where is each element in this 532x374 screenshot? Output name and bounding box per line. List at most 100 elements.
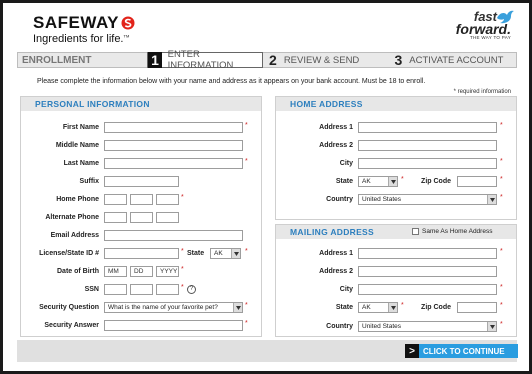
home-country-select[interactable]: United States: [358, 194, 497, 205]
security-question-value: What is the name of your favorite pet?: [108, 304, 218, 311]
ssn-part1-input[interactable]: [104, 284, 127, 295]
required-star: *: [245, 122, 248, 129]
mail-city-label: City: [339, 286, 353, 293]
mail-state-label: State: [335, 304, 353, 311]
dob-year-input[interactable]: YYYY: [156, 266, 179, 277]
home-address1-input[interactable]: [358, 122, 497, 133]
home-city-input[interactable]: [358, 158, 497, 169]
home-country-label: Country: [326, 196, 353, 203]
home-phone-line-input[interactable]: [156, 194, 179, 205]
home-phone-label: Home Phone: [56, 196, 99, 203]
alt-phone-area-input[interactable]: [104, 212, 127, 223]
mail-country-select[interactable]: United States: [358, 321, 497, 332]
suffix-input[interactable]: [104, 176, 179, 187]
home-state-select[interactable]: AK: [358, 176, 398, 187]
mail-address2-label: Address 2: [319, 268, 353, 275]
home-phone-prefix-input[interactable]: [130, 194, 153, 205]
step-enrollment: ENROLLMENT: [22, 54, 92, 66]
brand-tagline: Ingredients for life.: [33, 33, 124, 45]
license-state-select[interactable]: AK: [210, 248, 241, 259]
required-star: *: [181, 266, 184, 273]
home-zip-input[interactable]: [457, 176, 497, 187]
required-star: *: [401, 302, 404, 309]
suffix-label: Suffix: [79, 178, 99, 185]
step-number: 2: [269, 52, 277, 68]
dob-day-input[interactable]: DD: [130, 266, 153, 277]
step-activate-account: 3 ACTIVATE ACCOUNT: [393, 52, 517, 68]
mail-country-label: Country: [326, 323, 353, 330]
dob-day-placeholder: DD: [134, 268, 144, 275]
first-name-input[interactable]: [104, 122, 243, 133]
step-label: ACTIVATE ACCOUNT: [409, 54, 504, 66]
dob-month-input[interactable]: MM: [104, 266, 127, 277]
help-icon[interactable]: ?: [187, 285, 196, 294]
continue-button[interactable]: > CLICK TO CONTINUE: [405, 344, 518, 358]
email-input[interactable]: [104, 230, 243, 241]
chevron-down-icon: [233, 303, 242, 312]
personal-info-title: PERSONAL INFORMATION: [21, 97, 261, 111]
step-number: 1: [148, 52, 162, 68]
mail-city-input[interactable]: [358, 284, 497, 295]
required-star: *: [401, 176, 404, 183]
middle-name-input[interactable]: [104, 140, 243, 151]
step-number: 3: [394, 52, 403, 68]
required-star: *: [181, 248, 184, 255]
last-name-input[interactable]: [104, 158, 243, 169]
mail-country-value: United States: [362, 323, 402, 330]
fastforward-logo: fast forward. THE WAY TO PAY: [456, 10, 514, 40]
chevron-down-icon: [487, 322, 496, 331]
required-star: *: [500, 194, 503, 201]
ssn-part2-input[interactable]: [130, 284, 153, 295]
home-state-label: State: [335, 178, 353, 185]
alt-phone-label: Alternate Phone: [45, 214, 99, 221]
mail-address1-input[interactable]: [358, 248, 497, 259]
mail-address2-input[interactable]: [358, 266, 497, 277]
required-star: *: [181, 194, 184, 201]
progress-steps: ENROLLMENT 1 ENTER INFORMATION 2 REVIEW …: [17, 49, 517, 71]
step-label: REVIEW & SEND: [283, 54, 360, 66]
home-country-value: United States: [362, 196, 402, 203]
license-input[interactable]: [104, 248, 179, 259]
chevron-down-icon: [231, 249, 240, 258]
same-as-home-label[interactable]: Same As Home Address: [422, 228, 492, 235]
continue-label: CLICK TO CONTINUE: [423, 346, 505, 356]
home-address1-label: Address 1: [319, 124, 353, 131]
mail-state-select[interactable]: AK: [358, 302, 398, 313]
home-address2-label: Address 2: [319, 142, 353, 149]
home-phone-area-input[interactable]: [104, 194, 127, 205]
required-star: *: [500, 284, 503, 291]
safeway-s-icon: [121, 16, 135, 30]
required-note-text: * required information: [453, 89, 511, 95]
license-state-value: AK: [214, 250, 223, 257]
dob-label: Date of Birth: [57, 268, 99, 275]
mail-zip-label: Zip Code: [421, 304, 451, 311]
alt-phone-line-input[interactable]: [156, 212, 179, 223]
home-address2-input[interactable]: [358, 140, 497, 151]
required-star: *: [500, 302, 503, 309]
chevron-down-icon: [388, 303, 397, 312]
mail-zip-input[interactable]: [457, 302, 497, 313]
step-enter-information: 1 ENTER INFORMATION: [147, 49, 264, 71]
security-answer-input[interactable]: [104, 320, 243, 331]
last-name-label: Last Name: [63, 160, 99, 167]
step-review-send: 2 REVIEW & SEND: [267, 52, 392, 68]
chevron-down-icon: [388, 177, 397, 186]
security-question-label: Security Question: [39, 304, 99, 311]
arrow-right-icon: >: [405, 344, 419, 358]
required-star: *: [500, 248, 503, 255]
enrollment-window: SAFEWAY Ingredients for life.TM fast for…: [0, 0, 532, 374]
license-state-label: State: [187, 250, 205, 257]
ssn-part3-input[interactable]: [156, 284, 179, 295]
required-star: *: [500, 176, 503, 183]
alt-phone-prefix-input[interactable]: [130, 212, 153, 223]
dob-year-placeholder: YYYY: [160, 268, 178, 275]
home-state-value: AK: [362, 178, 371, 185]
same-as-home-checkbox[interactable]: [412, 228, 419, 235]
required-star: *: [245, 320, 248, 327]
ssn-label: SSN: [84, 286, 99, 293]
required-star: *: [245, 158, 248, 165]
email-label: Email Address: [50, 232, 99, 239]
security-question-select[interactable]: What is the name of your favorite pet?: [104, 302, 243, 313]
required-star: *: [500, 122, 503, 129]
required-star: *: [245, 302, 248, 309]
